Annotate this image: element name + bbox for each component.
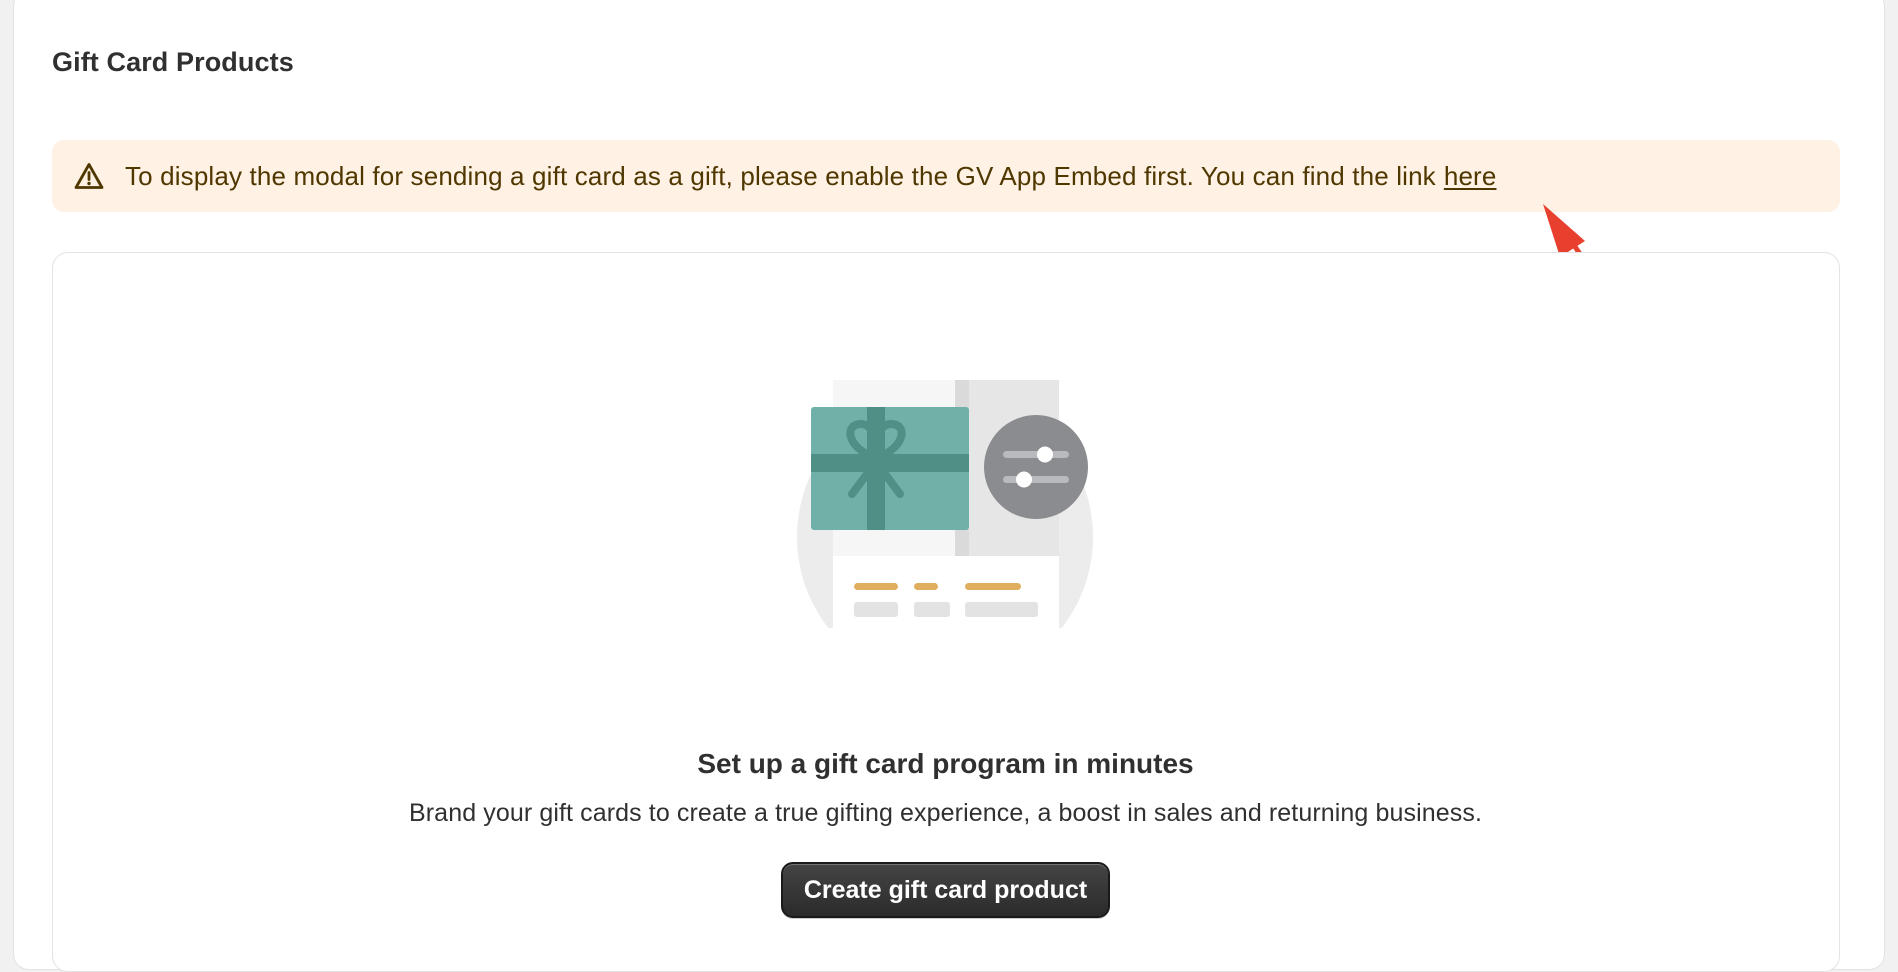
page-title: Gift Card Products [52, 47, 294, 77]
banner-here-link[interactable]: here [1444, 161, 1497, 191]
empty-state-heading: Set up a gift card program in minutes [697, 748, 1194, 779]
gift-card-illustration [790, 380, 1100, 640]
create-gift-card-product-button[interactable]: Create gift card product [781, 862, 1110, 918]
banner-message: To display the modal for sending a gift … [125, 161, 1496, 192]
warning-banner: To display the modal for sending a gift … [52, 140, 1840, 212]
settings-sliders-icon [984, 415, 1088, 519]
card-line-accent [854, 583, 898, 590]
warning-icon [72, 159, 106, 193]
gift-ribbon-horizontal [811, 454, 969, 472]
banner-message-text: To display the modal for sending a gift … [125, 160, 1436, 191]
empty-state-description: Brand your gift cards to create a true g… [408, 799, 1482, 827]
